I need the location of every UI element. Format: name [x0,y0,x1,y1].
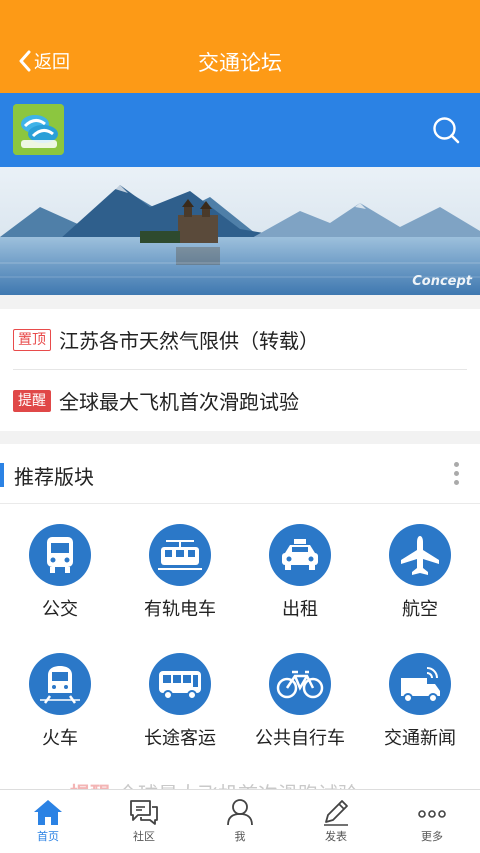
notice-text: 全球最大飞机首次滑跑试验 [59,390,299,414]
coach-icon [149,653,211,715]
board-label: 火车 [42,728,78,749]
board-bus[interactable]: 公交 [0,524,120,634]
board-label: 长途客运 [144,728,216,749]
train-icon [29,653,91,715]
user-icon [227,799,253,826]
more-options-icon[interactable] [452,462,460,488]
airplane-icon [389,524,451,586]
toolbar [0,93,480,167]
section-accent-bar [0,463,4,487]
tab-community[interactable]: 社区 [96,790,192,853]
notice-list: 置顶 江苏各市天然气限供（转载） 提醒 全球最大飞机首次滑跑试验 [0,309,480,431]
banner-caption: Concept [412,274,472,289]
board-coach[interactable]: 长途客运 [120,653,240,763]
board-label: 有轨电车 [144,599,216,620]
tab-home[interactable]: 首页 [0,790,96,853]
board-transport-news[interactable]: 交通新闻 [360,653,480,763]
section-title: 推荐版块 [14,465,94,489]
board-aviation[interactable]: 航空 [360,524,480,634]
notice-item-reminder[interactable]: 提醒 全球最大飞机首次滑跑试验 [0,370,480,431]
bottom-tab-bar: 首页 社区 我 发表 更多 [0,789,480,853]
pinned-tag: 置顶 [13,328,51,351]
board-label: 航空 [402,599,438,620]
bicycle-icon [269,653,331,715]
lake-castle-illustration [0,167,480,295]
board-public-bicycle[interactable]: 公共自行车 [240,653,360,763]
board-taxi[interactable]: 出租 [240,524,360,634]
forum-logo-icon [13,104,64,155]
tram-icon [149,524,211,586]
chat-icon [130,800,158,825]
reminder-tag: 提醒 [13,389,51,412]
taxi-icon [269,524,331,586]
page-title: 交通论坛 [198,51,282,75]
notice-text: 江苏各市天然气限供（转载） [59,329,319,353]
more-icon [418,810,446,818]
tab-label: 发表 [325,830,347,843]
board-tram[interactable]: 有轨电车 [120,524,240,634]
tab-label: 首页 [37,830,59,843]
board-label: 公共自行车 [255,728,345,749]
notice-item-pinned[interactable]: 置顶 江苏各市天然气限供（转载） [0,309,480,370]
section-header: 推荐版块 [0,444,480,504]
tab-label: 社区 [133,830,155,843]
news-truck-icon [389,653,451,715]
tab-me[interactable]: 我 [192,790,288,853]
board-label: 公交 [42,599,78,620]
pen-icon [324,800,348,826]
board-train[interactable]: 火车 [0,653,120,763]
board-label: 出租 [282,599,318,620]
tab-label: 我 [234,830,246,843]
app-header: 返回 交通论坛 [0,0,480,93]
search-icon [433,117,460,144]
board-label: 交通新闻 [384,728,456,749]
bus-icon [29,524,91,586]
tab-label: 更多 [421,830,443,843]
recommended-section: 推荐版块 公交 有轨电车 出租 航空 火车 长途客运 公共自行车 交通新闻 [0,444,480,789]
home-icon [34,800,62,825]
tab-post[interactable]: 发表 [288,790,384,853]
tab-more[interactable]: 更多 [384,790,480,853]
banner-image[interactable]: Concept [0,167,480,295]
search-button[interactable] [432,116,460,144]
